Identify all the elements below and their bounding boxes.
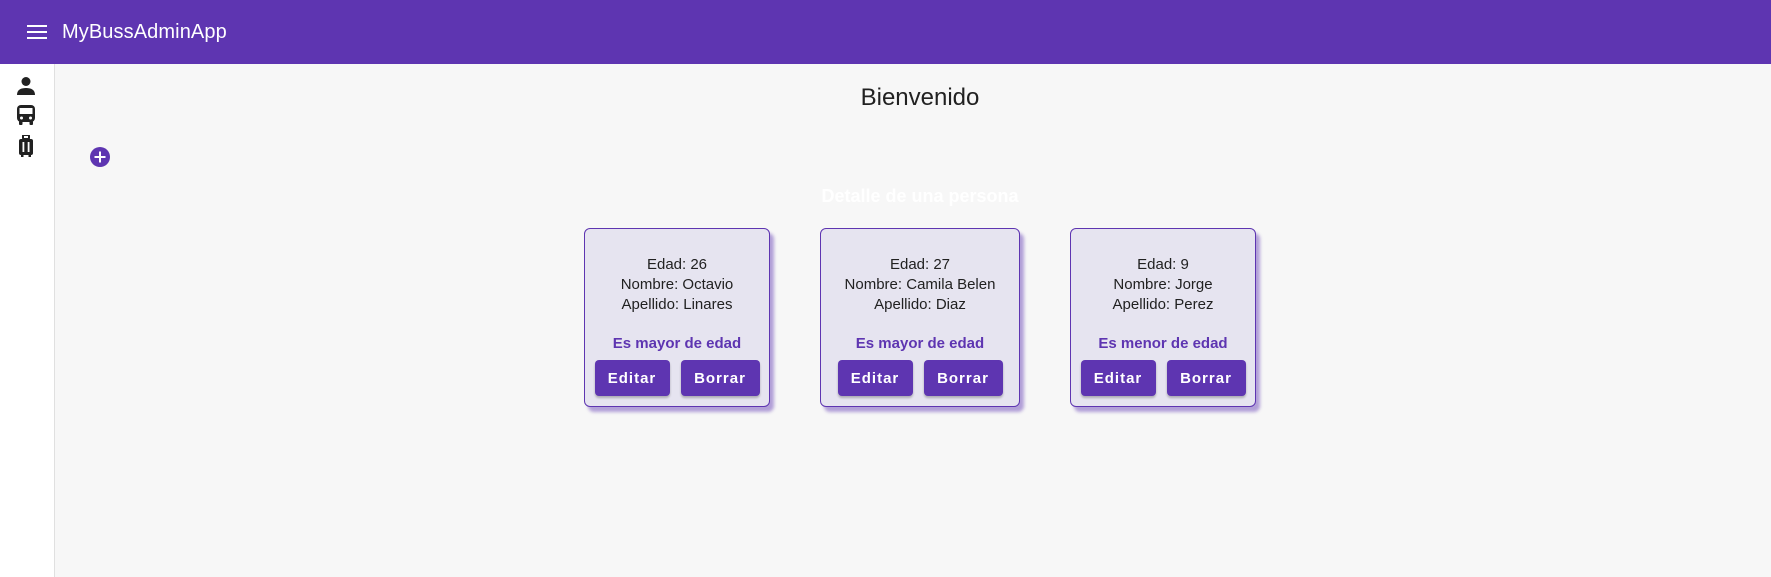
menu-button[interactable]: [17, 12, 57, 52]
delete-button[interactable]: Borrar: [923, 360, 1003, 396]
person-card: Edad: 9 Nombre: Jorge Apellido: Perez Es…: [1070, 228, 1256, 407]
top-toolbar: MyBussAdminApp: [0, 0, 1771, 64]
add-circle-icon: [90, 147, 110, 167]
sidenav: [0, 64, 55, 577]
person-age: Edad: 9: [1137, 256, 1189, 273]
nav-item-luggage[interactable]: [13, 133, 39, 159]
person-lastname: Apellido: Perez: [1112, 296, 1214, 313]
app-title: MyBussAdminApp: [62, 20, 227, 43]
person-card: Edad: 27 Nombre: Camila Belen Apellido: …: [820, 228, 1020, 407]
edit-button[interactable]: Editar: [594, 360, 670, 396]
person-name: Nombre: Octavio: [620, 276, 734, 293]
person-age: Edad: 27: [889, 256, 951, 273]
nav-item-people[interactable]: [13, 73, 39, 99]
nav-item-buses[interactable]: [13, 102, 39, 128]
add-person-button[interactable]: [88, 145, 112, 169]
person-icon: [17, 77, 35, 95]
person-lastname: Apellido: Diaz: [874, 296, 966, 313]
age-status: Es menor de edad: [1098, 335, 1228, 352]
person-lastname: Apellido: Linares: [621, 296, 733, 313]
age-status: Es mayor de edad: [612, 335, 742, 352]
luggage-icon: [19, 135, 33, 157]
detail-title: Detalle de una persona: [821, 186, 1019, 206]
edit-button[interactable]: Editar: [1080, 360, 1156, 396]
person-name: Nombre: Jorge: [1113, 276, 1213, 293]
age-status: Es mayor de edad: [855, 335, 985, 352]
edit-button[interactable]: Editar: [837, 360, 913, 396]
person-age: Edad: 26: [646, 256, 708, 273]
welcome-heading: Bienvenido: [860, 84, 980, 111]
main-content: Bienvenido Detalle de una persona Edad: …: [55, 64, 1771, 577]
delete-button[interactable]: Borrar: [680, 360, 760, 396]
person-name: Nombre: Camila Belen: [844, 276, 996, 293]
menu-icon: [27, 25, 47, 39]
bus-icon: [17, 105, 35, 125]
person-card: Edad: 26 Nombre: Octavio Apellido: Linar…: [584, 228, 770, 407]
delete-button[interactable]: Borrar: [1166, 360, 1246, 396]
